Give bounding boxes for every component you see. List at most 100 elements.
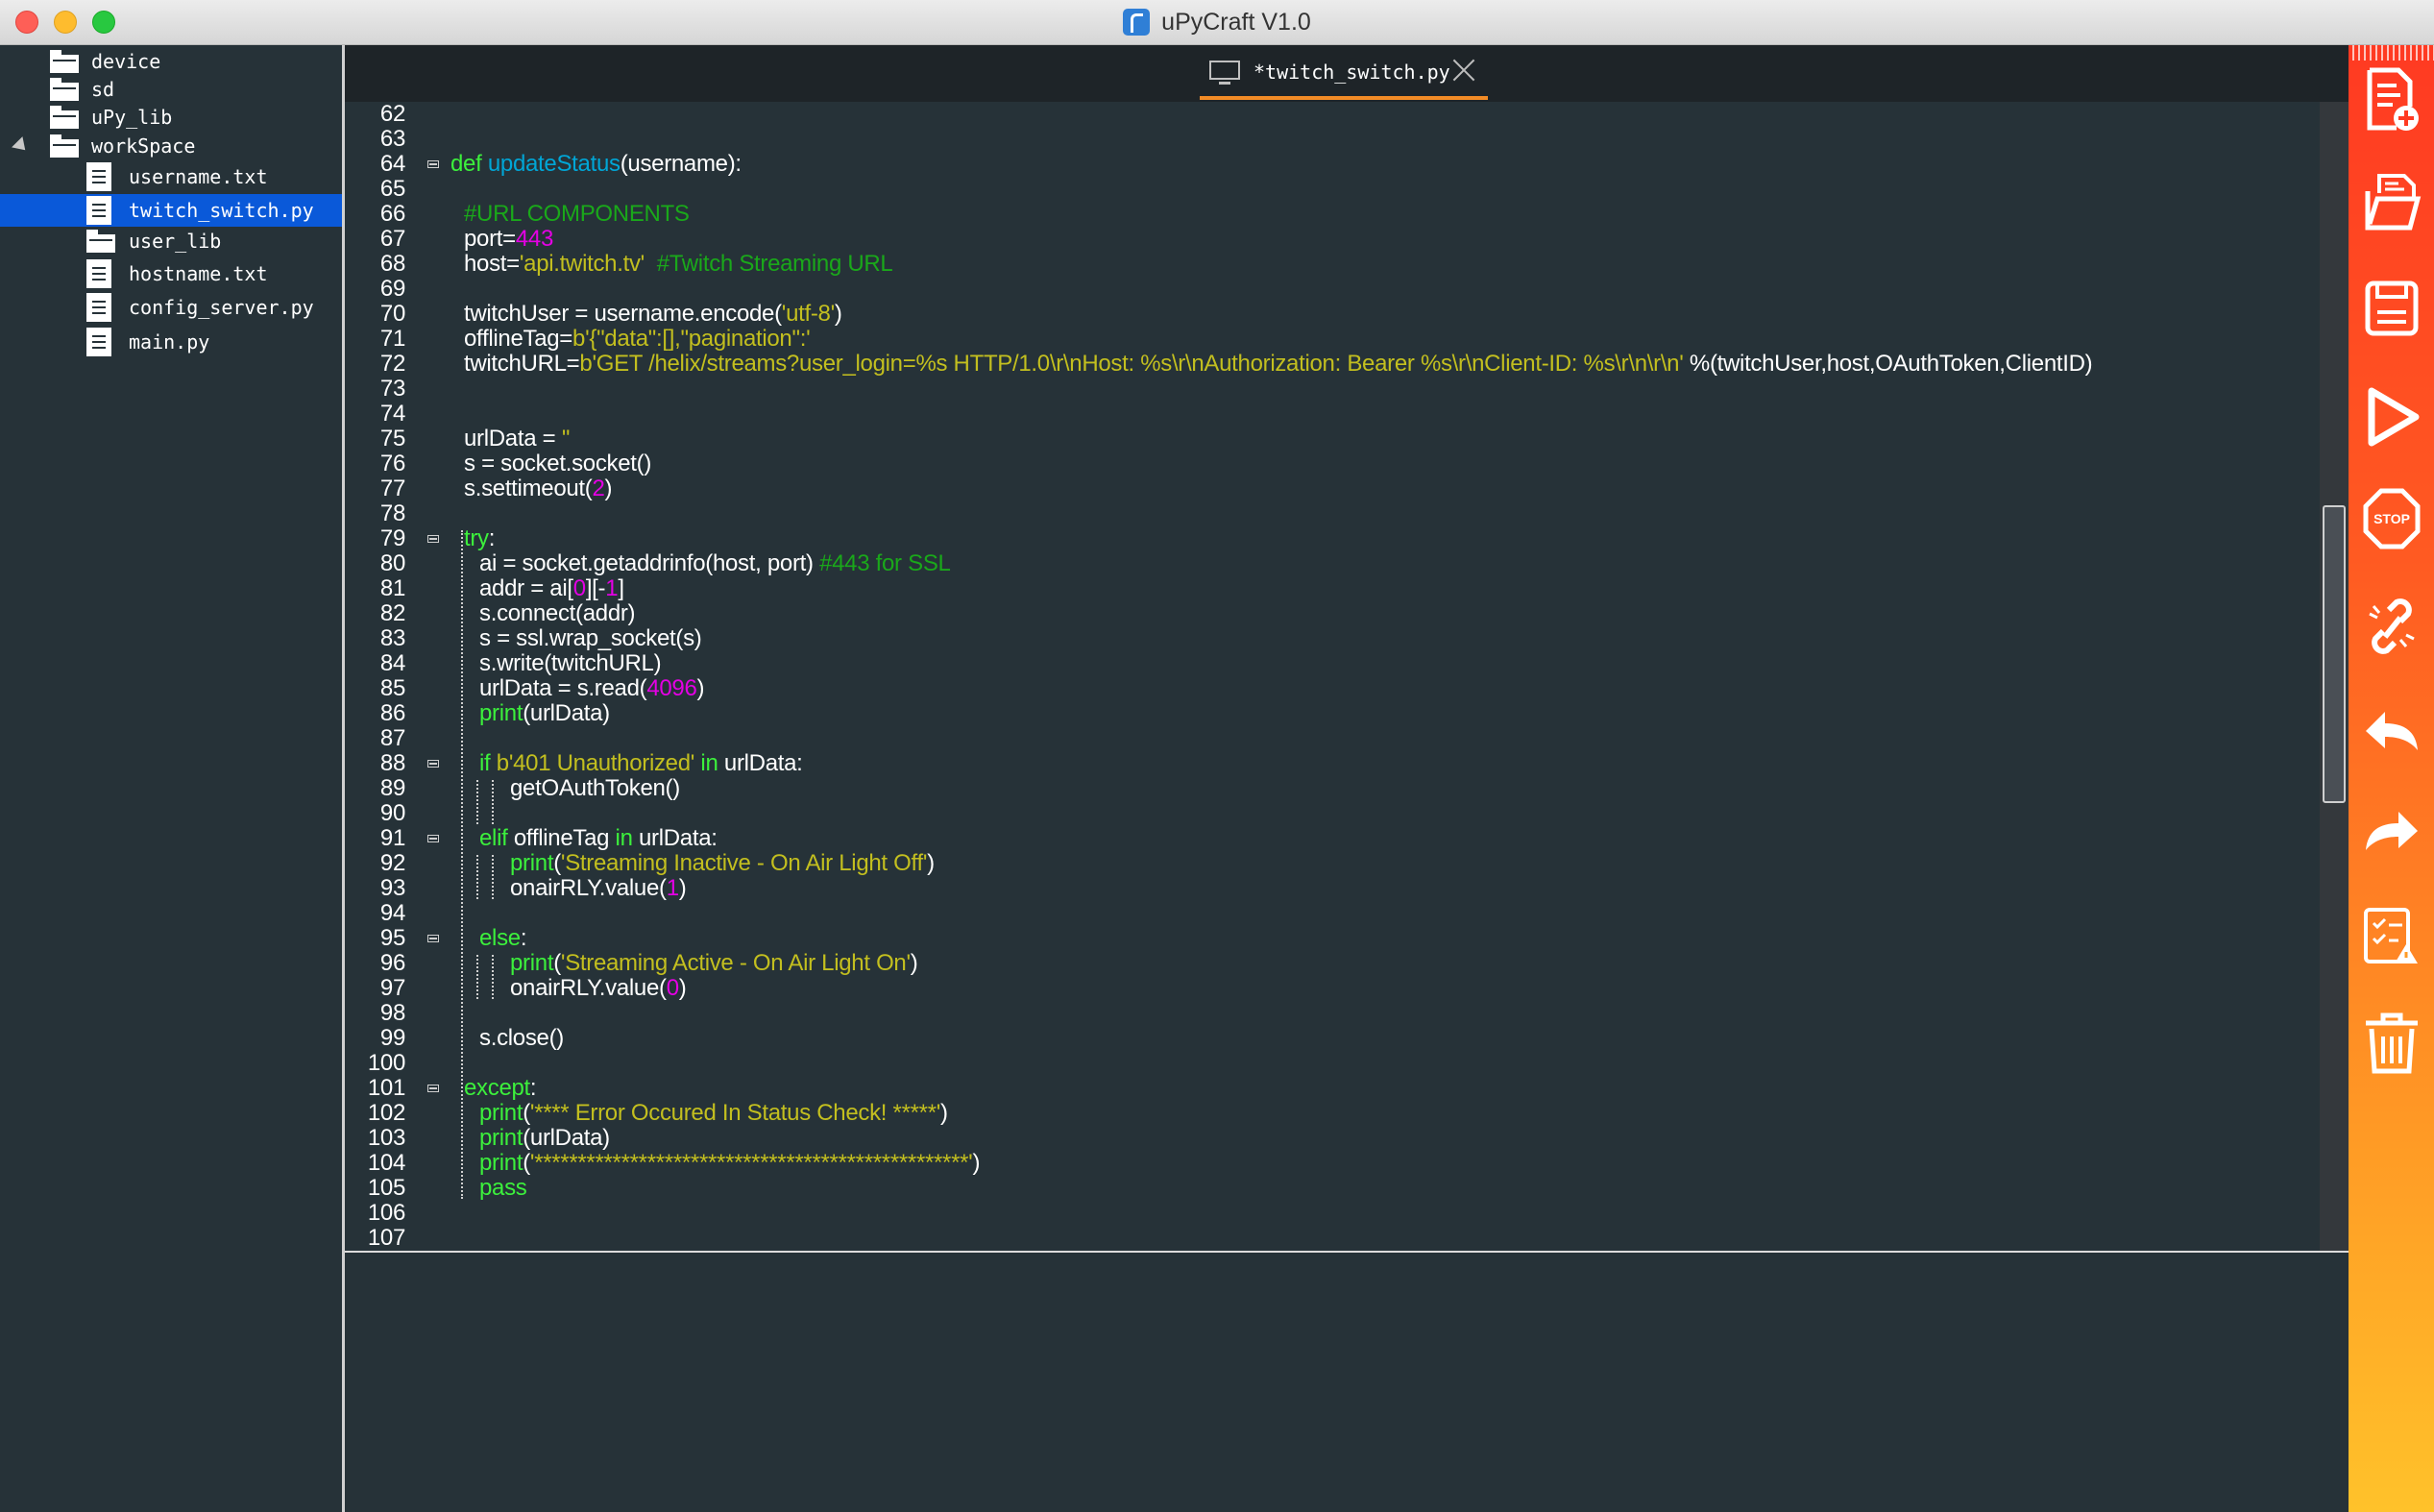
editor-vertical-scrollbar[interactable]	[2320, 102, 2349, 1251]
line-number: 104	[367, 1150, 405, 1176]
code-line[interactable]: 62	[345, 102, 2324, 127]
open-file-button[interactable]	[2362, 170, 2422, 237]
code-line[interactable]: 88 if b'401 Unauthorized' in urlData:	[345, 751, 2324, 776]
code-text: try:	[464, 526, 495, 551]
code-editor[interactable]: 62 63 64 def updateStatus(username): 65 66 #UR…	[345, 102, 2349, 1251]
code-line[interactable]: 91 elif offlineTag in urlData:	[345, 826, 2324, 851]
line-number: 102	[367, 1100, 405, 1126]
code-line[interactable]: 102 print('**** Error Occured In Status C…	[345, 1101, 2324, 1126]
code-line[interactable]: 75 urlData = ''	[345, 427, 2324, 451]
tree-item[interactable]: twitch_switch.py	[0, 194, 342, 227]
code-line[interactable]: 96 print('Streaming Active - On Air Light…	[345, 951, 2324, 976]
tree-item[interactable]: uPy_lib	[0, 101, 342, 134]
code-line[interactable]: 103 print(urlData)	[345, 1126, 2324, 1151]
code-line[interactable]: 81 addr = ai[0][-1]	[345, 576, 2324, 601]
code-line[interactable]: 82 s.connect(addr)	[345, 601, 2324, 626]
code-line[interactable]: 89 getOAuthToken()	[345, 776, 2324, 801]
terminal-panel[interactable]	[345, 1253, 2349, 1512]
code-line[interactable]: 71 offlineTag=b'{"data":[],"pagination":'	[345, 327, 2324, 352]
line-number: 103	[367, 1125, 405, 1151]
tree-item[interactable]: username.txt	[0, 160, 342, 193]
indent-guide	[492, 855, 494, 899]
code-line[interactable]: 67 port=443	[345, 227, 2324, 252]
code-token: b'401 Unauthorized'	[496, 750, 695, 776]
code-line[interactable]: 73	[345, 377, 2324, 402]
code-line[interactable]: 107	[345, 1226, 2324, 1251]
clear-button[interactable]	[2362, 1010, 2422, 1077]
line-number: 68	[379, 251, 405, 277]
code-line[interactable]: 84 s.write(twitchURL)	[345, 651, 2324, 676]
code-line[interactable]: 98	[345, 1001, 2324, 1026]
tree-item[interactable]: hostname.txt	[0, 257, 342, 290]
code-line[interactable]: 74	[345, 402, 2324, 427]
tree-item-label: device	[91, 50, 161, 73]
right-toolbar: STOP	[2349, 45, 2434, 1512]
code-line[interactable]: 95 else:	[345, 926, 2324, 951]
code-line[interactable]: 90	[345, 801, 2324, 826]
run-button[interactable]	[2362, 383, 2422, 451]
fold-toggle-icon[interactable]	[427, 160, 439, 168]
code-line[interactable]: 83 s = ssl.wrap_socket(s)	[345, 626, 2324, 651]
code-text: s.connect(addr)	[479, 601, 636, 626]
expand-arrow-icon[interactable]	[12, 136, 31, 156]
save-button[interactable]	[2362, 274, 2422, 341]
line-number: 99	[379, 1025, 405, 1051]
code-line[interactable]: 104 print('******************************…	[345, 1151, 2324, 1176]
syntax-check-button[interactable]	[2362, 902, 2422, 969]
new-file-button[interactable]	[2362, 66, 2422, 134]
code-line[interactable]: 77 s.settimeout(2)	[345, 476, 2324, 501]
code-text: offlineTag=b'{"data":[],"pagination":'	[464, 327, 811, 352]
code-text: s.settimeout(2)	[464, 476, 613, 501]
fold-toggle-icon[interactable]	[427, 935, 439, 942]
tab-close-icon[interactable]	[1451, 58, 1476, 83]
code-token: print	[479, 1100, 523, 1126]
code-line[interactable]: 79 try:	[345, 526, 2324, 551]
code-text: print('Streaming Inactive - On Air Light…	[510, 851, 935, 876]
code-line[interactable]: 80 ai = socket.getaddrinfo(host, port) #4…	[345, 551, 2324, 576]
scrollbar-thumb[interactable]	[2323, 505, 2346, 803]
code-line[interactable]: 78	[345, 501, 2324, 526]
tree-item-label: hostname.txt	[129, 262, 268, 285]
redo-button[interactable]	[2362, 798, 2422, 866]
code-line[interactable]: 72 twitchURL=b'GET /helix/streams?user_lo…	[345, 352, 2324, 377]
line-number: 75	[379, 426, 405, 451]
code-line[interactable]: 66 #URL COMPONENTS	[345, 202, 2324, 227]
code-line[interactable]: 68 host='api.twitch.tv' #Twitch Streaming…	[345, 252, 2324, 277]
undo-button[interactable]	[2362, 698, 2422, 766]
line-number: 84	[379, 650, 405, 676]
code-line[interactable]: 65	[345, 177, 2324, 202]
fold-toggle-icon[interactable]	[427, 1085, 439, 1092]
code-line[interactable]: 106	[345, 1201, 2324, 1226]
code-line[interactable]: 69	[345, 277, 2324, 302]
code-line[interactable]: 99 s.close()	[345, 1026, 2324, 1051]
fold-toggle-icon[interactable]	[427, 535, 439, 543]
tree-item[interactable]: user_lib	[0, 225, 342, 257]
toolbar-grip	[2349, 45, 2434, 61]
code-line[interactable]: 70 twitchUser = username.encode('utf-8')	[345, 302, 2324, 327]
code-line[interactable]: 93 onairRLY.value(1)	[345, 876, 2324, 901]
code-line[interactable]: 63	[345, 127, 2324, 152]
code-line[interactable]: 92 print('Streaming Inactive - On Air Lig…	[345, 851, 2324, 876]
tree-item-label: sd	[91, 78, 115, 101]
code-text: s = socket.socket()	[464, 451, 651, 476]
code-line[interactable]: 105 pass	[345, 1176, 2324, 1201]
tree-item[interactable]: workSpace	[0, 130, 342, 162]
tab-twitch-switch[interactable]: *twitch_switch.py	[1200, 45, 1488, 100]
code-line[interactable]: 86 print(urlData)	[345, 701, 2324, 726]
code-line[interactable]: 101 except:	[345, 1076, 2324, 1101]
tree-item[interactable]: config_server.py	[0, 291, 342, 324]
syntax-check-icon	[2362, 908, 2422, 973]
fold-toggle-icon[interactable]	[427, 760, 439, 768]
code-line[interactable]: 85 urlData = s.read(4096)	[345, 676, 2324, 701]
tree-item[interactable]: main.py	[0, 326, 342, 358]
code-line[interactable]: 97 onairRLY.value(0)	[345, 976, 2324, 1001]
code-line[interactable]: 64 def updateStatus(username):	[345, 152, 2324, 177]
connect-button[interactable]	[2362, 593, 2422, 660]
code-line[interactable]: 100	[345, 1051, 2324, 1076]
fold-toggle-icon[interactable]	[427, 835, 439, 842]
code-line[interactable]: 87	[345, 726, 2324, 751]
code-line[interactable]: 76 s = socket.socket()	[345, 451, 2324, 476]
stop-button[interactable]: STOP	[2362, 485, 2422, 552]
code-token: )	[940, 1100, 948, 1126]
code-line[interactable]: 94	[345, 901, 2324, 926]
